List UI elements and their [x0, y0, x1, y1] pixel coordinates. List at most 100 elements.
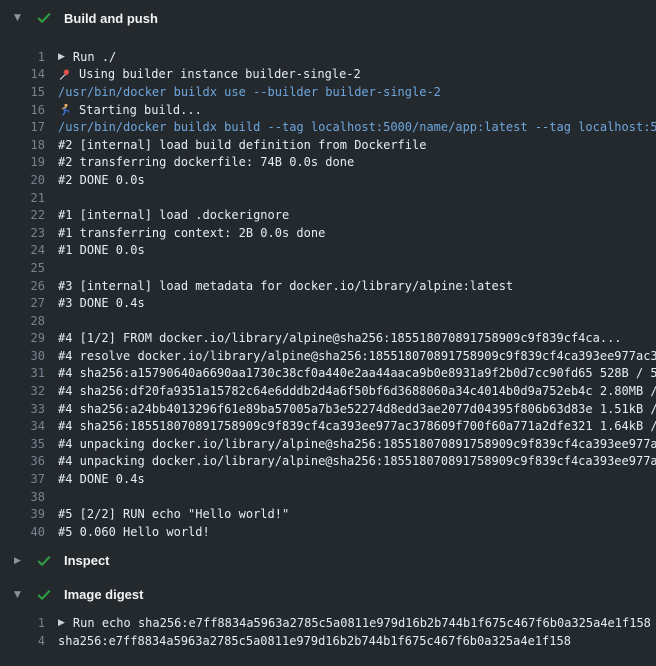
log-text: #3 DONE 0.4s	[58, 296, 145, 310]
line-number[interactable]: 26	[0, 279, 45, 293]
log-lines-image-digest: 1 ▶ Run echo sha256:e7ff8834a5963a2785c5a0…	[0, 615, 656, 650]
expand-group-icon[interactable]: ▶	[58, 618, 65, 628]
log-text: #4 unpacking docker.io/library/alpine@sh…	[58, 454, 656, 468]
log-text: /usr/bin/docker buildx build --tag local…	[58, 120, 656, 134]
line-number[interactable]: 31	[0, 366, 45, 380]
log-text-value: #4 [1/2] FROM docker.io/library/alpine@s…	[58, 331, 622, 345]
log-line: 23 #1 transferring context: 2B 0.0s done	[0, 224, 656, 242]
log-text-value: #5 [2/2] RUN echo "Hello world!"	[58, 507, 289, 521]
section-inspect: ▶ Inspect	[0, 551, 656, 571]
line-number[interactable]: 37	[0, 472, 45, 486]
log-line: 20 #2 DONE 0.0s	[0, 171, 656, 189]
log-text-value: #5 0.060 Hello world!	[58, 525, 210, 539]
line-number[interactable]: 30	[0, 349, 45, 363]
line-number[interactable]: 4	[0, 634, 45, 648]
line-number[interactable]: 24	[0, 243, 45, 257]
log-text-value: #4 sha256:df20fa9351a15782c64e6dddb2d4a6…	[58, 384, 656, 398]
line-number[interactable]: 18	[0, 138, 45, 152]
section-header-build-and-push[interactable]: ▼ Build and push	[0, 8, 656, 28]
log-text: #4 sha256:185518070891758909c9f839cf4ca3…	[58, 419, 656, 433]
line-number[interactable]: 15	[0, 85, 45, 99]
log-line: 18 #2 [internal] load build definition fr…	[0, 136, 656, 154]
section-header-inspect[interactable]: ▶ Inspect	[0, 551, 656, 571]
line-number[interactable]: 25	[0, 261, 45, 275]
section-title: Inspect	[64, 553, 110, 568]
line-number[interactable]: 38	[0, 490, 45, 504]
log-text: #4 resolve docker.io/library/alpine@sha2…	[58, 349, 656, 363]
check-icon	[36, 553, 52, 569]
line-number[interactable]: 39	[0, 507, 45, 521]
log-text: #2 DONE 0.0s	[58, 173, 145, 187]
line-number[interactable]: 21	[0, 191, 45, 205]
log-text: #5 0.060 Hello world!	[58, 525, 210, 539]
log-text-value: #4 DONE 0.4s	[58, 472, 145, 486]
log-text-value: Starting build...	[79, 103, 202, 117]
line-number[interactable]: 19	[0, 155, 45, 169]
log-text-value: /usr/bin/docker buildx use --builder bui…	[58, 85, 441, 99]
log-line: 40 #5 0.060 Hello world!	[0, 523, 656, 541]
log-line: 21	[0, 189, 656, 207]
section-title: Build and push	[64, 11, 158, 26]
log-line: 15/usr/bin/docker buildx use --builder b…	[0, 83, 656, 101]
log-line: 35 #4 unpacking docker.io/library/alpine@…	[0, 435, 656, 453]
log-line: 27 #3 DONE 0.4s	[0, 294, 656, 312]
chevron-down-icon[interactable]: ▼	[14, 585, 28, 605]
line-number[interactable]: 36	[0, 454, 45, 468]
line-number[interactable]: 14	[0, 67, 45, 81]
expand-group-icon[interactable]: ▶	[58, 52, 65, 62]
log-line: 38	[0, 488, 656, 506]
check-icon	[36, 10, 52, 26]
line-number[interactable]: 17	[0, 120, 45, 134]
line-number[interactable]: 27	[0, 296, 45, 310]
log-line: 34 #4 sha256:185518070891758909c9f839cf4c…	[0, 417, 656, 435]
chevron-down-icon[interactable]: ▼	[14, 8, 28, 28]
line-number[interactable]: 35	[0, 437, 45, 451]
line-number[interactable]: 23	[0, 226, 45, 240]
log-line: 30 #4 resolve docker.io/library/alpine@sh…	[0, 347, 656, 365]
line-number[interactable]: 33	[0, 402, 45, 416]
log-text: #1 [internal] load .dockerignore	[58, 208, 289, 222]
log-text-value: #4 unpacking docker.io/library/alpine@sh…	[58, 454, 656, 468]
log-text: /usr/bin/docker buildx use --builder bui…	[58, 85, 441, 99]
log-text: ▶Run ./	[58, 50, 116, 64]
log-line: 39 #5 [2/2] RUN echo "Hello world!"	[0, 505, 656, 523]
log-text-value: #1 [internal] load .dockerignore	[58, 208, 289, 222]
chevron-right-icon[interactable]: ▶	[14, 551, 28, 571]
log-line: 16 Starting build...	[0, 101, 656, 119]
log-line: 22 #1 [internal] load .dockerignore	[0, 206, 656, 224]
log-text-value: Run echo sha256:e7ff8834a5963a2785c5a081…	[73, 616, 651, 630]
log-text: #4 unpacking docker.io/library/alpine@sh…	[58, 437, 656, 451]
log-text-value: #2 DONE 0.0s	[58, 173, 145, 187]
log-line: 1 ▶Run ./	[0, 48, 656, 66]
log-line: 1 ▶ Run echo sha256:e7ff8834a5963a2785c5a0…	[0, 615, 656, 633]
log-text-value: #3 [internal] load metadata for docker.i…	[58, 279, 513, 293]
log-line: 28	[0, 312, 656, 330]
line-number[interactable]: 29	[0, 331, 45, 345]
log-text-value: #2 [internal] load build definition from…	[58, 138, 426, 152]
log-line: 4 sha256:e7ff8834a5963a2785c5a0811e979d16…	[0, 632, 656, 650]
log-text: ▶ Run echo sha256:e7ff8834a5963a2785c5a08…	[58, 616, 651, 630]
line-number[interactable]: 40	[0, 525, 45, 539]
log-text-value: #1 transferring context: 2B 0.0s done	[58, 226, 325, 240]
log-line: 17/usr/bin/docker buildx build --tag loc…	[0, 118, 656, 136]
line-number[interactable]: 20	[0, 173, 45, 187]
line-number[interactable]: 1	[0, 50, 45, 64]
log-line: 14 Using builder instance builder-single-…	[0, 66, 656, 84]
line-number[interactable]: 28	[0, 314, 45, 328]
section-header-image-digest[interactable]: ▼ Image digest	[0, 585, 656, 605]
section-image-digest: ▼ Image digest 1 ▶ Run echo sha256:e7ff883…	[0, 585, 656, 650]
line-number[interactable]: 34	[0, 419, 45, 433]
log-text: #4 DONE 0.4s	[58, 472, 145, 486]
line-number[interactable]: 16	[0, 103, 45, 117]
log-text: sha256:e7ff8834a5963a2785c5a0811e979d16b…	[58, 634, 571, 648]
section-build-and-push: ▼ Build and push 1 ▶Run ./ 14 Using builder…	[0, 8, 656, 541]
log-line: 32 #4 sha256:df20fa9351a15782c64e6dddb2d4…	[0, 382, 656, 400]
log-text: #2 transferring dockerfile: 74B 0.0s don…	[58, 155, 354, 169]
check-icon	[36, 587, 52, 603]
log-text-value: Using builder instance builder-single-2	[79, 67, 361, 81]
line-number[interactable]: 1	[0, 616, 45, 630]
log-text-value: /usr/bin/docker buildx build --tag local…	[58, 120, 656, 134]
line-number[interactable]: 32	[0, 384, 45, 398]
log-text-value: #4 resolve docker.io/library/alpine@sha2…	[58, 349, 656, 363]
line-number[interactable]: 22	[0, 208, 45, 222]
